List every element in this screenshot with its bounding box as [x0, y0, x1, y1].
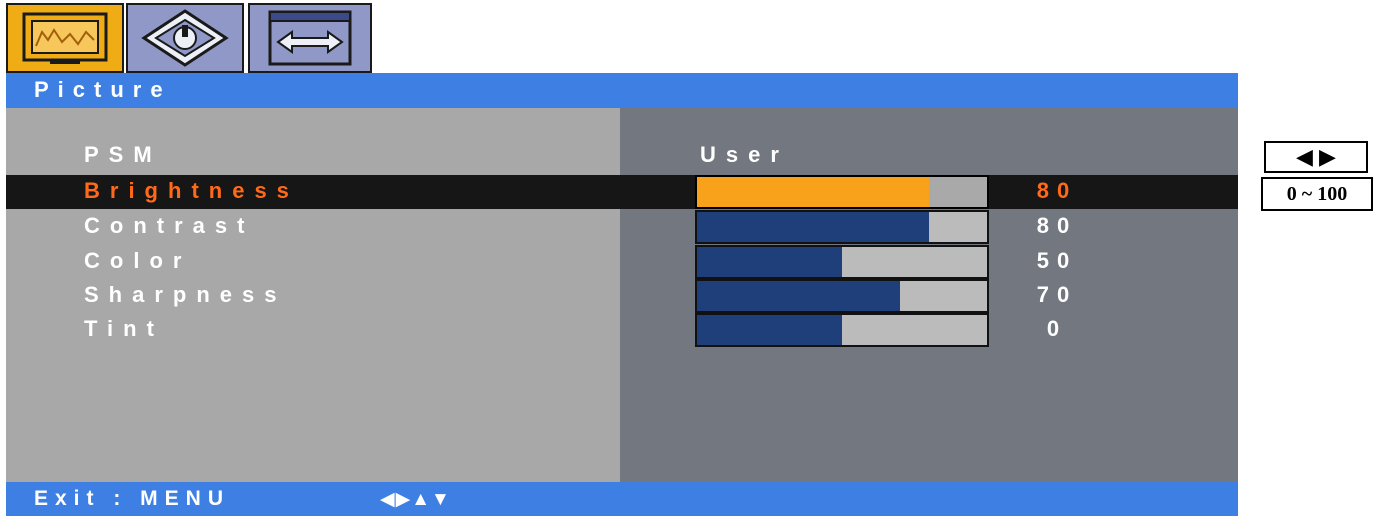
slider-fill: [697, 247, 842, 277]
setting-row-tint[interactable]: Tint 0: [6, 313, 1238, 347]
setting-value: 50: [1036, 248, 1078, 273]
exit-hint: Exit : MENU: [34, 487, 231, 510]
setting-value: 0: [1046, 316, 1068, 341]
tint-slider[interactable]: [695, 313, 989, 347]
range-callout: 0 ~ 100: [1261, 177, 1373, 211]
setting-value: 80: [1036, 178, 1078, 203]
setting-label: Sharpness: [84, 282, 287, 307]
slider-fill: [697, 212, 929, 242]
tab-screen[interactable]: [248, 3, 372, 73]
setting-value: 70: [1036, 282, 1078, 307]
adjust-arrows-callout: ◀ ▶: [1264, 141, 1368, 173]
osd-menu: Picture PSM User Brightness 80 Contrast …: [6, 0, 1238, 516]
slider-fill: [697, 177, 929, 207]
slider-fill: [697, 281, 900, 311]
menu-title-bar: Picture: [6, 73, 1238, 108]
setting-label: Color: [84, 248, 192, 273]
psm-label: PSM: [84, 142, 162, 167]
setup-icon: [141, 9, 229, 67]
tab-picture[interactable]: [6, 3, 124, 73]
setting-row-contrast[interactable]: Contrast 80: [6, 210, 1238, 244]
psm-row[interactable]: PSM User: [6, 142, 1238, 174]
menu-footer: Exit : MENU ◀▶▲▼: [6, 482, 1238, 516]
tab-setup[interactable]: [126, 3, 244, 73]
menu-title: Picture: [34, 77, 172, 102]
navigation-arrows-icon: ◀▶▲▼: [380, 489, 451, 510]
menu-tabs: [6, 3, 376, 75]
setting-row-color[interactable]: Color 50: [6, 245, 1238, 279]
setting-label: Brightness: [84, 178, 299, 203]
setting-row-brightness[interactable]: Brightness 80: [6, 175, 1238, 209]
picture-icon: [22, 12, 108, 64]
brightness-slider[interactable]: [695, 175, 989, 209]
psm-value: User: [700, 142, 789, 167]
sharpness-slider[interactable]: [695, 279, 989, 313]
setting-label: Contrast: [84, 213, 255, 238]
setting-row-sharpness[interactable]: Sharpness 70: [6, 279, 1238, 313]
slider-fill: [697, 315, 842, 345]
color-slider[interactable]: [695, 245, 989, 279]
contrast-slider[interactable]: [695, 210, 989, 244]
setting-value: 80: [1036, 213, 1078, 238]
screen-size-icon: [268, 10, 352, 66]
setting-label: Tint: [84, 316, 164, 341]
